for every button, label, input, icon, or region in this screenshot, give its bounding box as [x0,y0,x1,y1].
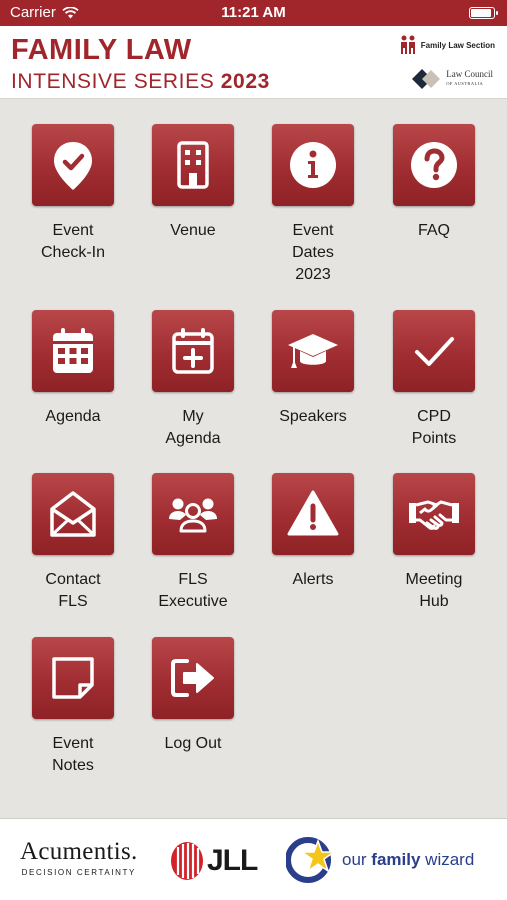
users-icon [169,498,217,533]
note-icon [52,657,94,699]
warning-icon [287,490,339,536]
fls-executive-button[interactable] [152,473,234,555]
question-icon [411,142,457,188]
jll-emblem-icon [171,842,203,880]
building-icon [177,141,209,189]
speakers-button[interactable] [272,310,354,392]
ofw-text: our family wizard [342,850,474,870]
envelope-icon [50,491,96,537]
fls-logo-text: Family Law Section [420,40,495,50]
our-family-wizard-logo[interactable]: our family wizard [286,837,474,883]
sponsor-footer: Acumentis. DECISION CERTAINTY JLL our fa… [0,818,507,900]
wizard-star-icon [286,837,337,883]
lc-name: Law Council [446,69,493,79]
menu-label: CPD Points [411,408,457,447]
jll-logo[interactable]: JLL [170,841,258,881]
contact-fls-button[interactable] [32,473,114,555]
calendar-icon [53,328,93,373]
subtitle-year: 2023 [220,70,270,93]
log-out-button[interactable] [152,637,234,719]
menu-label: Event Notes [52,735,94,774]
event-dates-button[interactable] [272,124,354,206]
menu-label: Speakers [279,408,347,425]
agenda-button[interactable] [32,310,114,392]
menu-label: Agenda [45,408,101,425]
info-icon [290,142,336,188]
family-law-section-logo: Family Law Section [400,35,495,55]
handshake-icon [409,500,459,530]
menu-label: Event Check-In [40,222,106,261]
checkmark-icon [415,337,454,366]
cpd-points-button[interactable] [393,310,475,392]
status-bar: Carrier 11:21 AM [0,0,507,26]
meeting-hub-button[interactable] [393,473,475,555]
menu-label: My Agenda [165,408,221,447]
menu-label: Event Dates 2023 [292,222,334,283]
fls-figures-icon [400,35,415,54]
app-header: FAMILY LAW INTENSIVE SERIES 2023 Family … [0,26,507,99]
event-notes-button[interactable] [32,637,114,719]
ofw-prefix: our [342,850,372,869]
my-agenda-button[interactable] [152,310,234,392]
calendar-plus-icon [172,328,214,374]
graduation-cap-icon [288,334,338,368]
menu-label: Venue [170,222,216,239]
status-time: 11:21 AM [221,4,286,21]
menu-label: Log Out [164,735,222,752]
acumentis-logo[interactable]: Acumentis. DECISION CERTAINTY [20,838,138,878]
menu-label: Contact FLS [45,571,101,610]
app-subtitle: INTENSIVE SERIES 2023 [11,70,270,94]
jll-text: JLL [207,844,258,877]
menu-label: Alerts [292,571,334,588]
venue-button[interactable] [152,124,234,206]
logout-icon [171,659,214,697]
ofw-suffix: wizard [420,850,475,869]
acumentis-name: Acumentis. [20,838,138,865]
app-title: FAMILY LAW [11,34,192,66]
acumentis-tagline: DECISION CERTAINTY [21,868,136,877]
law-council-logo: Law Council OF AUSTRALIA [410,66,493,92]
menu-label: FAQ [417,222,450,239]
battery-icon [469,7,498,19]
alerts-button[interactable] [272,473,354,555]
event-check-in-button[interactable] [32,124,114,206]
location-check-icon [54,142,92,190]
lc-sub: OF AUSTRALIA [446,81,484,86]
subtitle-text: INTENSIVE SERIES [11,70,221,93]
lc-logo-text: Law Council OF AUSTRALIA [446,69,493,89]
law-council-emblem-icon [412,69,441,89]
menu-label: Meeting Hub [405,571,463,610]
menu-label: FLS Executive [158,571,228,610]
faq-button[interactable] [393,124,475,206]
ofw-bold: family [371,850,421,869]
